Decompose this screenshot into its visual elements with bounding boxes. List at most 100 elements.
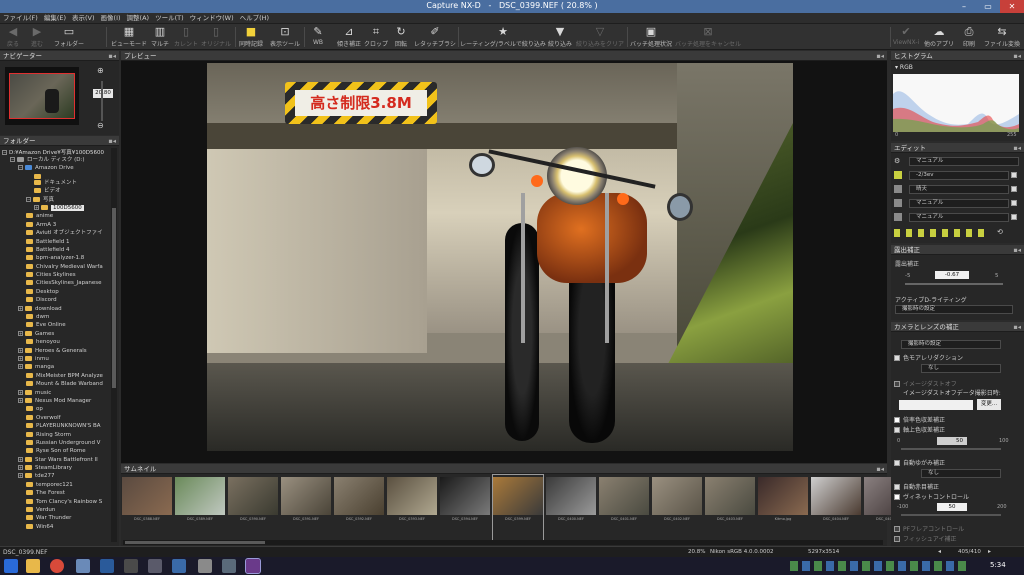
panel-menu-icon[interactable]: ▪◂ bbox=[876, 51, 884, 61]
tree-item[interactable]: ArmA 3 bbox=[2, 221, 110, 229]
menu-adjust[interactable]: 調整(A) bbox=[124, 13, 153, 24]
tree-item[interactable]: + SteamLibrary bbox=[2, 464, 110, 472]
exposure-slider[interactable] bbox=[905, 283, 1003, 285]
thumbnail-item[interactable]: DSC_0388.NEF bbox=[122, 475, 172, 540]
app-icon[interactable] bbox=[172, 559, 186, 573]
color-moire-checkbox[interactable] bbox=[894, 355, 900, 361]
dust-off-checkbox[interactable] bbox=[894, 381, 900, 387]
tree-item[interactable]: + tde277 bbox=[2, 472, 110, 480]
zoom-in-icon[interactable]: ⊕ bbox=[97, 66, 104, 75]
picture-control-select[interactable]: マニュアル bbox=[909, 157, 1019, 166]
tree-item[interactable]: Desktop bbox=[2, 288, 110, 296]
menu-window[interactable]: ウィンドウ(W) bbox=[187, 13, 237, 24]
lens-setting-select[interactable]: 撮影時の設定 bbox=[901, 340, 1001, 349]
file-convert-button[interactable]: ⇆ ファイル変換 bbox=[982, 25, 1022, 49]
folder-button[interactable]: ▭ フォルダー bbox=[52, 25, 86, 49]
app-icon[interactable] bbox=[198, 559, 212, 573]
scrollbar-thumb[interactable] bbox=[125, 541, 265, 544]
sync-button[interactable]: ■ 同時記録 bbox=[237, 25, 265, 49]
folder-scrollbar[interactable] bbox=[111, 148, 117, 542]
thumbnail-item[interactable]: DSC_0393.NEF bbox=[387, 475, 437, 540]
tree-item[interactable]: + Heroes & Generals bbox=[2, 347, 110, 355]
thumbnail-item[interactable]: DSC_0402.NEF bbox=[652, 475, 702, 540]
adjustment-tools-icons[interactable] bbox=[894, 229, 984, 237]
tree-item[interactable]: Mount & Blade Warband bbox=[2, 380, 110, 388]
dust-ref-field[interactable] bbox=[899, 400, 973, 410]
retouch-brush-button[interactable]: ✐ レタッチブラシ bbox=[414, 25, 456, 49]
app-icon[interactable] bbox=[222, 559, 236, 573]
fisheye-checkbox[interactable] bbox=[894, 536, 900, 542]
tree-item[interactable]: Ryse Son of Rome bbox=[2, 447, 110, 455]
vignette-checkbox[interactable] bbox=[894, 494, 900, 500]
tree-item[interactable]: + download bbox=[2, 305, 110, 313]
level-button[interactable]: ⊿ 傾き補正 bbox=[334, 25, 364, 49]
tree-item[interactable]: + music bbox=[2, 389, 110, 397]
menu-help[interactable]: ヘルプ(H) bbox=[237, 13, 272, 24]
chrome-icon[interactable] bbox=[50, 559, 64, 573]
tree-item[interactable]: Discord bbox=[2, 296, 110, 304]
current-button[interactable]: ▯ カレント bbox=[173, 25, 199, 49]
batch-status-button[interactable]: ▣ バッチ処理状況 bbox=[629, 25, 673, 49]
rotate-button[interactable]: ↻ 回転 bbox=[390, 25, 412, 49]
back-button[interactable]: ◀ 戻る bbox=[2, 25, 24, 49]
tree-item[interactable]: bpm-analyzer-1.8 bbox=[2, 254, 110, 262]
panel-menu-icon[interactable]: ▪◂ bbox=[1013, 245, 1021, 255]
tree-item[interactable]: Cities Skylines bbox=[2, 271, 110, 279]
menu-tools[interactable]: ツール(T) bbox=[152, 13, 187, 24]
vignette-value-field[interactable]: 50 bbox=[937, 503, 967, 511]
original-button[interactable]: ▯ オリジナル bbox=[200, 25, 232, 49]
close-window-button[interactable]: ✕ bbox=[1000, 0, 1024, 13]
panel-menu-icon[interactable]: ▪◂ bbox=[108, 51, 116, 61]
red-eye-checkbox[interactable] bbox=[894, 484, 900, 490]
tree-item[interactable]: Eve Online bbox=[2, 321, 110, 329]
distortion-select[interactable]: なし bbox=[921, 469, 1001, 478]
axial-slider[interactable] bbox=[901, 448, 1001, 450]
thumbnail-item[interactable]: Kitmo.jpg bbox=[758, 475, 808, 540]
filter-button[interactable]: ▼ 絞り込み bbox=[546, 25, 574, 49]
minimize-button[interactable]: – bbox=[952, 0, 976, 13]
tree-item[interactable]: Tom Clancy's Rainbow S bbox=[2, 498, 110, 506]
display-tools-button[interactable]: ⊡ 表示ツール bbox=[268, 25, 302, 49]
panel-menu-icon[interactable]: ▪◂ bbox=[1013, 322, 1021, 332]
rating-filter-button[interactable]: ★ レーティング/ラベルで絞り込み bbox=[460, 25, 546, 49]
exposure-value-field[interactable]: -0.67 bbox=[935, 271, 969, 279]
thumbnail-item[interactable]: DSC_0394.NEF bbox=[440, 475, 490, 540]
panel-menu-icon[interactable]: ▪◂ bbox=[108, 136, 116, 146]
axial-checkbox[interactable] bbox=[894, 427, 900, 433]
tree-item[interactable]: PLAYERUNKNOWN'S BA bbox=[2, 422, 110, 430]
other-apps-button[interactable]: ☁ 他のアプリ bbox=[922, 25, 956, 49]
app-icon[interactable] bbox=[148, 559, 162, 573]
tree-item[interactable]: Russian Underground V bbox=[2, 439, 110, 447]
tree-item-selected[interactable]: +100D5600 bbox=[2, 204, 110, 212]
wb-button[interactable]: ✎ WB bbox=[306, 25, 330, 49]
channel-select[interactable]: ▾ RGB bbox=[895, 64, 935, 73]
tree-item[interactable]: ビデオ bbox=[2, 187, 110, 195]
edit-checkbox[interactable] bbox=[1011, 214, 1017, 220]
thumbnail-item[interactable]: DSC_0389.NEF bbox=[175, 475, 225, 540]
print-button[interactable]: ⎙ 印刷 bbox=[958, 25, 980, 49]
maximize-button[interactable]: ▭ bbox=[976, 0, 1000, 13]
tree-item[interactable]: − ローカル ディスク (D:) bbox=[2, 156, 110, 164]
tree-item[interactable]: Aviutl オブジェクトファイ bbox=[2, 229, 110, 237]
undo-icon[interactable]: ⟲ bbox=[997, 228, 1003, 236]
steam-icon[interactable] bbox=[100, 559, 114, 573]
navigator-thumbnail[interactable] bbox=[5, 67, 79, 125]
system-tray-icons[interactable] bbox=[790, 561, 970, 571]
tree-item[interactable]: CitiesSkylines_Japanese bbox=[2, 279, 110, 287]
change-button[interactable]: 変更... bbox=[977, 399, 1001, 410]
thumbnail-item[interactable]: DSC_0401.NEF bbox=[599, 475, 649, 540]
tree-item[interactable]: Rising Storm bbox=[2, 431, 110, 439]
thumbnail-item[interactable]: DSC_0404.NEF bbox=[811, 475, 861, 540]
app-icon[interactable] bbox=[76, 559, 90, 573]
thumbnail-item[interactable]: DSC_0400.NEF bbox=[546, 475, 596, 540]
tree-item[interactable]: + Nexus Mod Manager bbox=[2, 397, 110, 405]
tree-item[interactable]: + manga bbox=[2, 363, 110, 371]
thumbnail-item[interactable]: DSC_0390.NEF bbox=[228, 475, 278, 540]
tree-item[interactable]: dwm bbox=[2, 313, 110, 321]
settings-gear-icon[interactable]: ⚙ bbox=[894, 157, 900, 165]
menu-image[interactable]: 画像(I) bbox=[98, 13, 124, 24]
menu-edit[interactable]: 編集(E) bbox=[41, 13, 69, 24]
viewnx-button[interactable]: ✔ ViewNX-i bbox=[892, 25, 920, 49]
thumbnail-scrollbar[interactable] bbox=[123, 540, 883, 545]
tree-item[interactable]: anime bbox=[2, 212, 110, 220]
